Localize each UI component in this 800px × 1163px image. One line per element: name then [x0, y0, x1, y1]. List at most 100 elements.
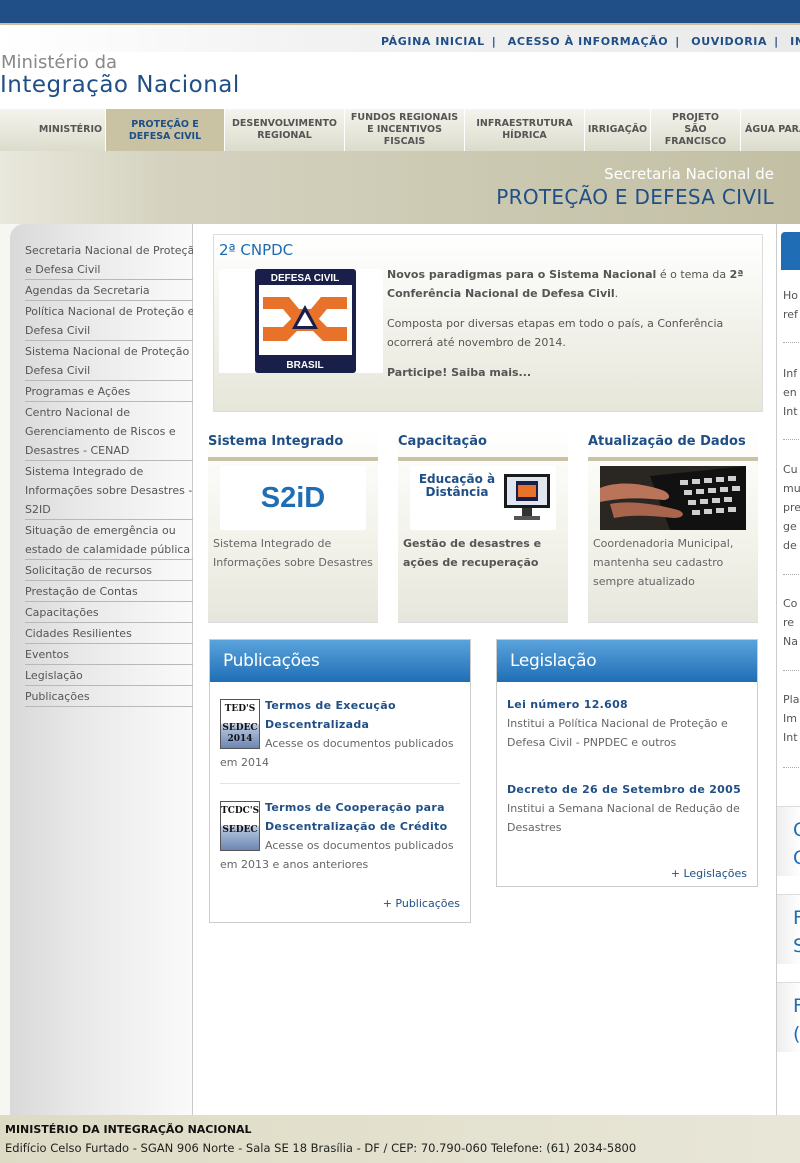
nav-ministerio[interactable]: MINISTÉRIO	[36, 109, 106, 151]
card-description: Sistema Integrado de Informações sobre D…	[213, 537, 373, 569]
legislacao-item[interactable]: Lei número 12.608 Institui a Política Na…	[507, 682, 747, 754]
tcdc-thumbnail[interactable]: TCDC'S SEDEC	[220, 801, 260, 851]
right-news-fragment[interactable]: Inf	[783, 364, 797, 383]
legislacao-desc: Institui a Política Nacional de Proteção…	[507, 717, 728, 749]
legislacao-header[interactable]: Legislação	[497, 640, 757, 682]
legislacao-item[interactable]: Decreto de 26 de Setembro de 2005 Instit…	[507, 754, 747, 839]
sidebar-item[interactable]: Agendas da Secretaria	[25, 280, 202, 301]
banner-subtitle: Secretaria Nacional de	[604, 165, 774, 183]
right-news-fragment[interactable]: ref	[783, 305, 798, 324]
sidebar-item[interactable]: Sistema Nacional de Proteção e Defesa Ci…	[25, 341, 202, 381]
nav-fundos-regionais[interactable]: FUNDOS REGIONAIS E INCENTIVOS FISCAIS	[345, 109, 465, 151]
card-description: Gestão de desastres e ações de recuperaç…	[403, 537, 542, 569]
right-sidebar: Ho ref Inf en Int Cu mu pre ge de Co re Na Pla Im Int C C…	[776, 224, 800, 1115]
top-links: PÁGINA INICIAL | ACESSO À INFORMAÇÃO | OUV…	[381, 35, 800, 48]
legislacao-box: Legislação Lei número 12.608 Institui a …	[496, 639, 758, 887]
more-legislacoes-link[interactable]: + Legislações	[497, 839, 757, 886]
sidebar-item[interactable]: Política Nacional de Proteção e Defesa C…	[25, 301, 202, 341]
sidebar-item[interactable]: Capacitações	[25, 602, 202, 623]
left-sidebar: Secretaria Nacional de Proteção e Defesa…	[10, 224, 202, 1115]
keyboard-image[interactable]	[600, 466, 746, 530]
feature-text: Novos paradigmas para o Sistema Nacional…	[387, 268, 744, 379]
nav-protecao-defesa-civil[interactable]: PROTEÇÃO E DEFESA CIVIL	[106, 109, 225, 153]
card-title: Sistema Integrado	[208, 434, 344, 449]
right-news-fragment[interactable]: Ho	[783, 286, 798, 305]
card-atualizacao-dados[interactable]: Atualização de Dados Coordenadoria Munic…	[588, 429, 758, 623]
main-nav: MINISTÉRIO PROTEÇÃO E DEFESA CIVIL DESEN…	[0, 109, 800, 153]
more-publicacoes-link[interactable]: + Publicações	[210, 885, 470, 922]
right-news-fragment[interactable]: pre	[783, 498, 800, 517]
right-news-fragment[interactable]: Int	[783, 402, 798, 421]
sidebar-item[interactable]: Publicações	[25, 686, 202, 707]
link-acesso-informacao[interactable]: ACESSO À INFORMAÇÃO	[508, 35, 668, 48]
right-news-fragment[interactable]: re	[783, 613, 794, 632]
defesa-civil-logo[interactable]: DEFESA CIVIL BRASIL	[219, 269, 383, 373]
sidebar-item[interactable]: Legislação	[25, 665, 202, 686]
card-sistema-integrado[interactable]: Sistema Integrado S2iD Sistema Integrado…	[208, 429, 378, 623]
right-banner-block[interactable]: CC	[777, 806, 800, 876]
right-news-fragment[interactable]: Na	[783, 632, 798, 651]
logo-bottom-text: BRASIL	[286, 360, 323, 371]
nav-irrigacao[interactable]: IRRIGAÇÃO	[585, 109, 651, 151]
nav-agua-para[interactable]: ÁGUA PARA	[741, 109, 800, 151]
sidebar-item[interactable]: Prestação de Contas	[25, 581, 202, 602]
link-inte[interactable]: INTE	[790, 35, 800, 48]
publicacao-item[interactable]: TED'S SEDEC 2014 Termos de Execução Descen…	[220, 682, 460, 784]
sidebar-item[interactable]: Secretaria Nacional de Proteção e Defesa…	[25, 240, 202, 280]
logo-top-text: DEFESA CIVIL	[271, 273, 340, 284]
footer-address: Edifício Celso Furtado - SGAN 906 Norte …	[5, 1141, 637, 1155]
footer-title: MINISTÉRIO DA INTEGRAÇÃO NACIONAL	[5, 1123, 252, 1136]
brand-logo[interactable]: Ministério da Integração Nacional	[0, 52, 800, 109]
section-banner: Secretaria Nacional de PROTEÇÃO E DEFESA…	[0, 151, 800, 224]
right-news-fragment[interactable]: Im	[783, 709, 797, 728]
sidebar-item[interactable]: Eventos	[25, 644, 202, 665]
main-content: 2ª CNPDC DEFESA CIVIL BRASIL Novos parad…	[193, 224, 776, 1115]
brand-line1: Ministério da	[1, 52, 118, 73]
sidebar-item[interactable]: Solicitação de recursos	[25, 560, 202, 581]
right-banner-block[interactable]: F(	[777, 982, 800, 1052]
nav-infraestrutura-hidrica[interactable]: INFRAESTRUTURA HÍDRICA	[465, 109, 585, 151]
card-description: Coordenadoria Municipal, mantenha seu ca…	[593, 537, 734, 588]
monitor-icon	[504, 474, 550, 520]
right-news-fragment[interactable]: Cu	[783, 460, 798, 479]
link-pagina-inicial[interactable]: PÁGINA INICIAL	[381, 35, 485, 48]
banner-title: PROTEÇÃO E DEFESA CIVIL	[496, 185, 774, 209]
feature-cnpdc: 2ª CNPDC DEFESA CIVIL BRASIL Novos parad…	[213, 234, 763, 412]
sidebar-item[interactable]: Situação de emergência ou estado de cala…	[25, 520, 202, 560]
ted-thumbnail[interactable]: TED'S SEDEC 2014	[220, 699, 260, 749]
right-news-fragment[interactable]: Co	[783, 594, 797, 613]
brand-line2: Integração Nacional	[0, 72, 240, 98]
nav-desenvolvimento-regional[interactable]: DESENVOLVIMENTO REGIONAL	[225, 109, 345, 151]
link-ouvidoria[interactable]: OUVIDORIA	[691, 35, 767, 48]
right-news-fragment[interactable]: de	[783, 536, 797, 555]
sidebar-item[interactable]: Programas e Ações	[25, 381, 202, 402]
right-news-fragment[interactable]: Int	[783, 728, 798, 747]
right-tab[interactable]	[781, 232, 800, 270]
legislacao-title[interactable]: Lei número 12.608	[507, 695, 747, 714]
top-links-bar: PÁGINA INICIAL | ACESSO À INFORMAÇÃO | OUV…	[0, 25, 800, 53]
sidebar-item[interactable]: Centro Nacional de Gerenciamento de Risc…	[25, 402, 202, 461]
s2id-logo[interactable]: S2iD	[220, 466, 366, 530]
legislacao-desc: Institui a Semana Nacional de Redução de…	[507, 802, 740, 834]
publicacao-item[interactable]: TCDC'S SEDEC Termos de Cooperação para De…	[220, 784, 460, 885]
sidebar-item[interactable]: Sistema Integrado de Informações sobre D…	[25, 461, 202, 520]
legislacao-title[interactable]: Decreto de 26 de Setembro de 2005	[507, 780, 747, 799]
footer: MINISTÉRIO DA INTEGRAÇÃO NACIONAL Edifíc…	[0, 1115, 800, 1163]
right-news-fragment[interactable]: mu	[783, 479, 800, 498]
sidebar-menu: Secretaria Nacional de Proteção e Defesa…	[25, 240, 202, 707]
right-news-fragment[interactable]: Pla	[783, 690, 799, 709]
card-capacitacao[interactable]: Capacitação Educação à Distância Gestão …	[398, 429, 568, 623]
sidebar-item[interactable]: Cidades Resilientes	[25, 623, 202, 644]
right-news-fragment[interactable]: en	[783, 383, 797, 402]
top-bar	[0, 0, 800, 25]
feature-more-link[interactable]: Participe! Saiba mais...	[387, 366, 531, 379]
feature-title[interactable]: 2ª CNPDC	[219, 241, 293, 259]
nav-projeto-sao-francisco[interactable]: PROJETO SÃO FRANCISCO	[651, 109, 741, 151]
publicacoes-header[interactable]: Publicações	[210, 640, 470, 682]
card-title: Atualização de Dados	[588, 434, 746, 449]
right-banner-block[interactable]: FS	[777, 894, 800, 964]
card-title: Capacitação	[398, 434, 487, 449]
right-news-fragment[interactable]: ge	[783, 517, 797, 536]
ead-image[interactable]: Educação à Distância	[410, 466, 556, 530]
publicacoes-box: Publicações TED'S SEDEC 2014 Termos de Exe…	[209, 639, 471, 923]
